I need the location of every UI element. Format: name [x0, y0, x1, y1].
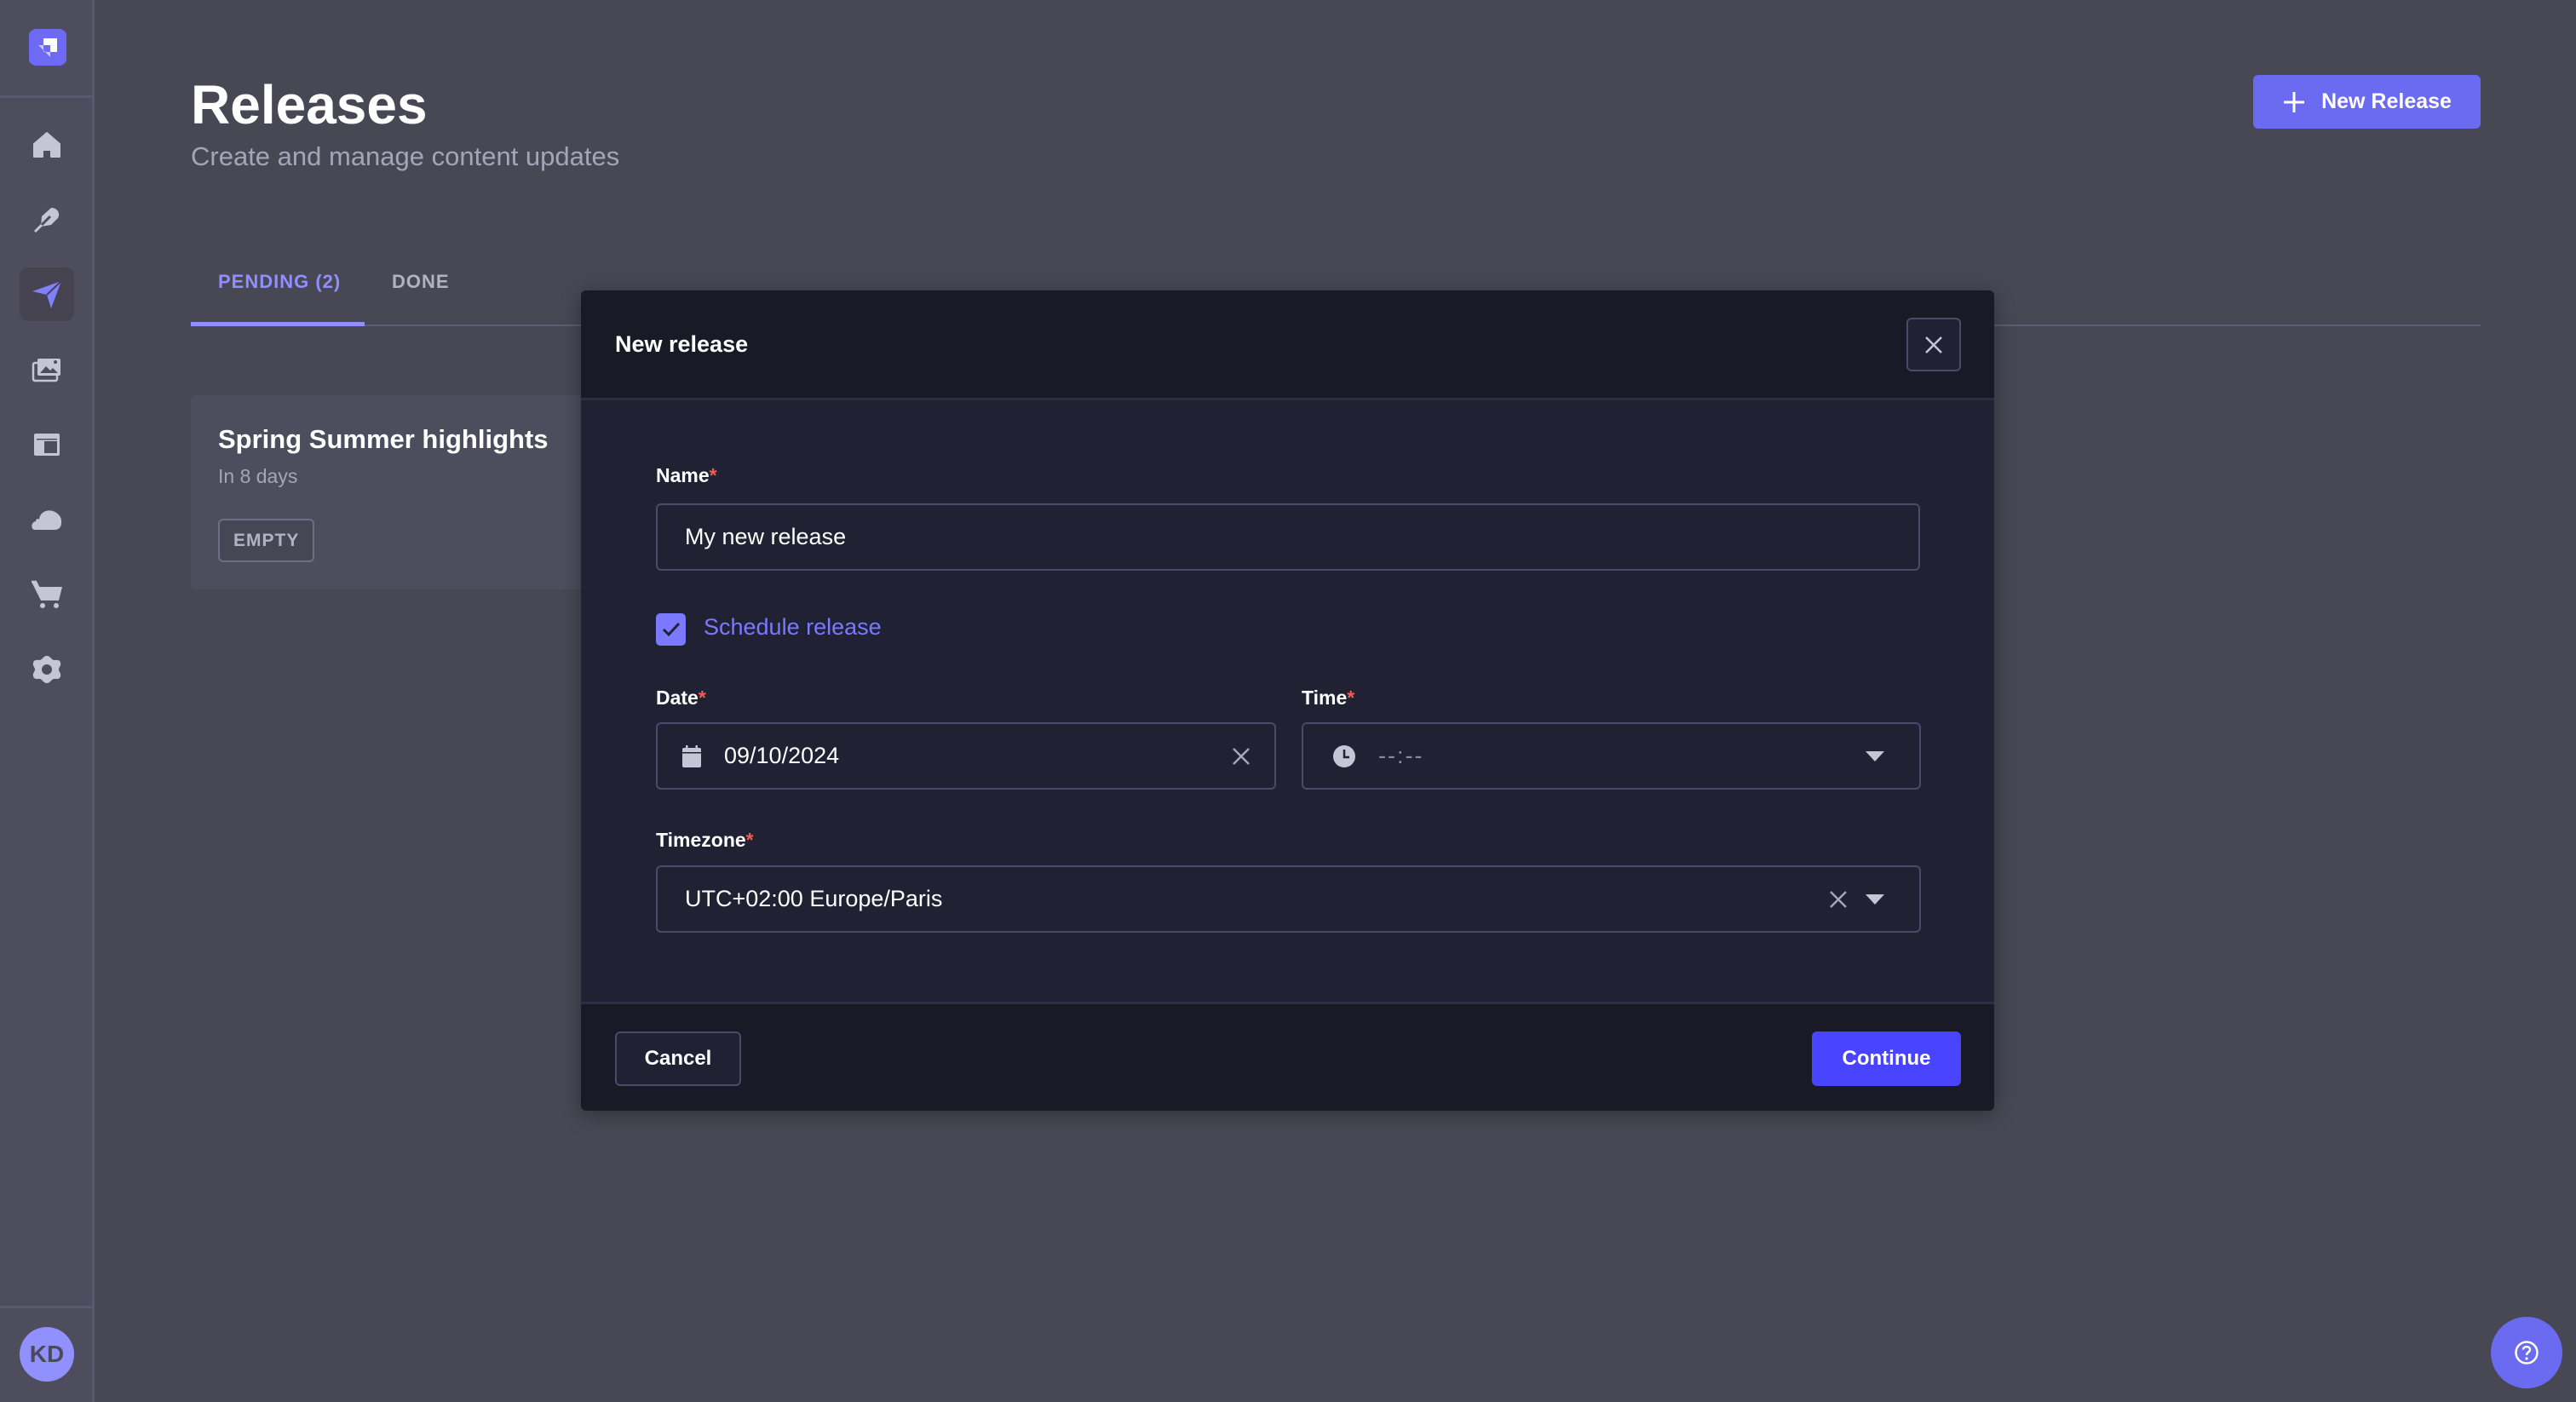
tab-pending[interactable]: PENDING (2) [218, 271, 341, 293]
modal-footer: Cancel Continue [581, 1002, 1994, 1111]
plus-icon [2284, 91, 2305, 112]
sidebar-item-settings[interactable] [20, 642, 74, 696]
new-release-modal: New release Name* My new release Schedul… [581, 290, 1994, 1111]
sidebar-item-releases[interactable] [20, 267, 74, 321]
required-mark: * [1347, 687, 1355, 709]
feather-icon [33, 207, 60, 233]
release-status-badge: EMPTY [218, 519, 315, 562]
caret-down-icon [1866, 893, 1884, 905]
logo-icon [38, 38, 57, 57]
close-icon [1925, 336, 1942, 353]
clear-timezone-icon[interactable] [1829, 890, 1848, 909]
sidebar-divider-bottom [0, 1306, 95, 1308]
schedule-release-checkbox[interactable] [656, 613, 686, 646]
clear-date-icon[interactable] [1232, 747, 1251, 766]
date-label: Date* [656, 687, 706, 709]
page-title: Releases [191, 74, 428, 135]
sidebar-item-content-type-builder[interactable] [20, 417, 74, 471]
sidebar-item-home[interactable] [20, 118, 74, 171]
name-input[interactable]: My new release [656, 503, 1920, 571]
date-input[interactable]: 09/10/2024 [656, 722, 1276, 790]
strapi-logo[interactable] [29, 29, 66, 66]
time-label: Time* [1302, 687, 1355, 709]
home-icon [33, 131, 60, 158]
sidebar-item-media-library[interactable] [20, 342, 74, 396]
calendar-icon [682, 744, 701, 767]
new-release-button[interactable]: New Release [2253, 75, 2481, 129]
cart-icon [32, 580, 62, 608]
name-label: Name* [656, 464, 717, 486]
modal-close-button[interactable] [1906, 318, 1961, 371]
active-tab-indicator [191, 322, 365, 326]
sidebar-item-deployment[interactable] [20, 492, 74, 546]
time-placeholder: --:-- [1378, 743, 1424, 768]
checkmark-icon [662, 622, 680, 637]
name-input-value: My new release [685, 524, 847, 549]
required-mark: * [698, 687, 706, 709]
cloud-icon [32, 509, 62, 530]
modal-title: New release [615, 331, 749, 357]
layout-icon [34, 433, 60, 456]
sidebar: KD [0, 0, 95, 1402]
timezone-value: UTC+02:00 Europe/Paris [685, 886, 943, 911]
modal-header: New release [581, 290, 1994, 400]
question-icon [2515, 1341, 2539, 1365]
caret-down-icon [1866, 750, 1884, 761]
sidebar-item-marketplace[interactable] [20, 567, 74, 621]
release-card-subtitle: In 8 days [218, 465, 298, 487]
help-button[interactable] [2491, 1317, 2562, 1388]
sidebar-divider [0, 95, 95, 98]
timezone-select[interactable]: UTC+02:00 Europe/Paris [656, 865, 1921, 933]
page-subtitle: Create and manage content updates [191, 141, 620, 171]
user-avatar[interactable]: KD [20, 1327, 74, 1382]
required-mark: * [709, 464, 717, 486]
continue-button[interactable]: Continue [1812, 1031, 1961, 1086]
schedule-release-label[interactable]: Schedule release [704, 614, 882, 641]
time-select[interactable]: --:-- [1302, 722, 1921, 790]
paper-plane-icon [32, 279, 62, 308]
date-input-value: 09/10/2024 [724, 743, 840, 768]
images-icon [32, 358, 60, 382]
new-release-label: New Release [2321, 89, 2452, 113]
timezone-label: Timezone* [656, 829, 754, 851]
cancel-button[interactable]: Cancel [615, 1031, 741, 1086]
release-card-title: Spring Summer highlights [218, 424, 549, 454]
clock-icon [1333, 744, 1355, 767]
sidebar-item-content-manager[interactable] [20, 192, 74, 246]
gear-icon [32, 655, 61, 683]
release-card[interactable]: Spring Summer highlights In 8 days EMPTY [191, 395, 634, 589]
required-mark: * [745, 829, 754, 851]
tab-done[interactable]: DONE [392, 271, 450, 293]
